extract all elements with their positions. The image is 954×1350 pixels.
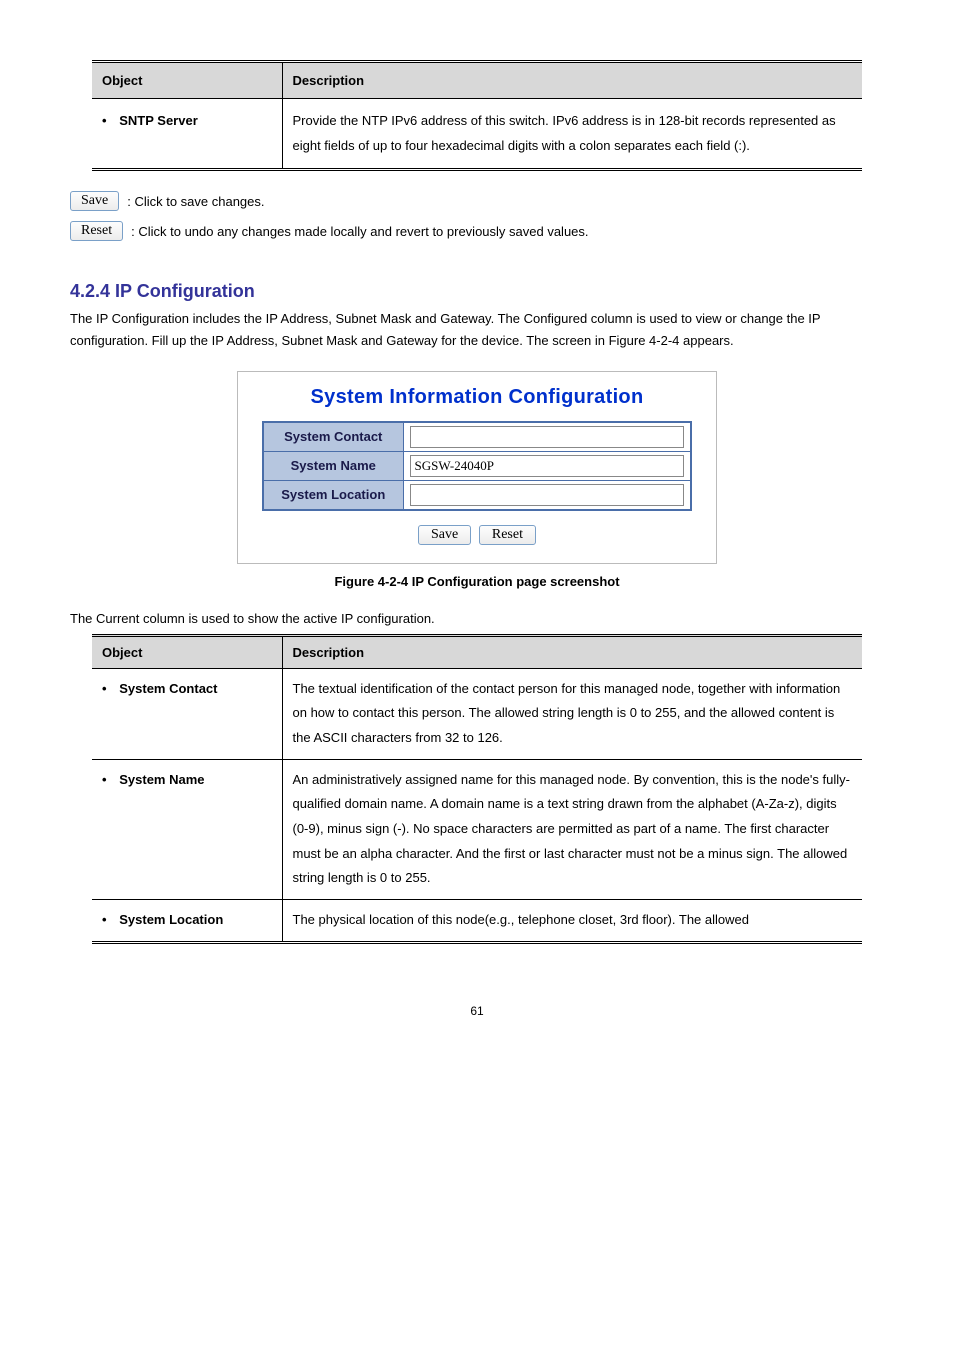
- table-row: • System Location The physical location …: [92, 900, 862, 943]
- table2-row0-object: System Contact: [119, 681, 217, 696]
- config-title: System Information Configuration: [248, 386, 706, 409]
- section-title: 4.2.4 IP Configuration: [70, 281, 884, 302]
- table-row: • SNTP Server Provide the NTP IPv6 addre…: [92, 99, 862, 170]
- object-description-table-1: Object Description • SNTP Server Provide…: [92, 60, 862, 171]
- table2-row1-description: An administratively assigned name for th…: [282, 759, 862, 899]
- config-save-button[interactable]: Save: [418, 525, 471, 545]
- table1-row0-description: Provide the NTP IPv6 address of this swi…: [282, 99, 862, 170]
- system-name-label: System Name: [263, 451, 403, 480]
- table-row: • System Name An administratively assign…: [92, 759, 862, 899]
- object-description-table-2: Object Description • System Contact The …: [92, 634, 862, 944]
- table-row: System Contact: [263, 422, 691, 452]
- system-contact-label: System Contact: [263, 422, 403, 452]
- table2-header-description: Description: [282, 635, 862, 668]
- config-reset-button[interactable]: Reset: [479, 525, 536, 545]
- table-row: System Location: [263, 480, 691, 510]
- system-contact-input[interactable]: [410, 426, 685, 448]
- reset-button-row: Reset : Click to undo any changes made l…: [70, 221, 884, 241]
- table2-row0-description: The textual identification of the contac…: [282, 668, 862, 759]
- save-button[interactable]: Save: [70, 191, 119, 211]
- section-body: The IP Configuration includes the IP Add…: [70, 308, 884, 352]
- config-table: System Contact System Name System Locati…: [262, 421, 692, 511]
- table1-row0-object: SNTP Server: [119, 113, 198, 128]
- table1-header-object: Object: [92, 62, 282, 99]
- page-intro: The Current column is used to show the a…: [70, 611, 884, 626]
- page-number: 61: [70, 1004, 884, 1018]
- table1-header-description: Description: [282, 62, 862, 99]
- system-name-input[interactable]: [410, 455, 685, 477]
- save-button-row: Save : Click to save changes.: [70, 191, 884, 211]
- table-row: System Name: [263, 451, 691, 480]
- system-location-input[interactable]: [410, 484, 685, 506]
- figure-caption: Figure 4-2-4 IP Configuration page scree…: [70, 574, 884, 589]
- reset-description: : Click to undo any changes made locally…: [131, 224, 588, 239]
- table2-row2-object: System Location: [119, 912, 223, 927]
- table-row: • System Contact The textual identificat…: [92, 668, 862, 759]
- save-description: : Click to save changes.: [127, 194, 264, 209]
- table2-row1-object: System Name: [119, 772, 204, 787]
- reset-button[interactable]: Reset: [70, 221, 123, 241]
- table2-header-object: Object: [92, 635, 282, 668]
- system-location-label: System Location: [263, 480, 403, 510]
- table2-row2-description: The physical location of this node(e.g.,…: [282, 900, 862, 943]
- config-figure: System Information Configuration System …: [237, 371, 717, 564]
